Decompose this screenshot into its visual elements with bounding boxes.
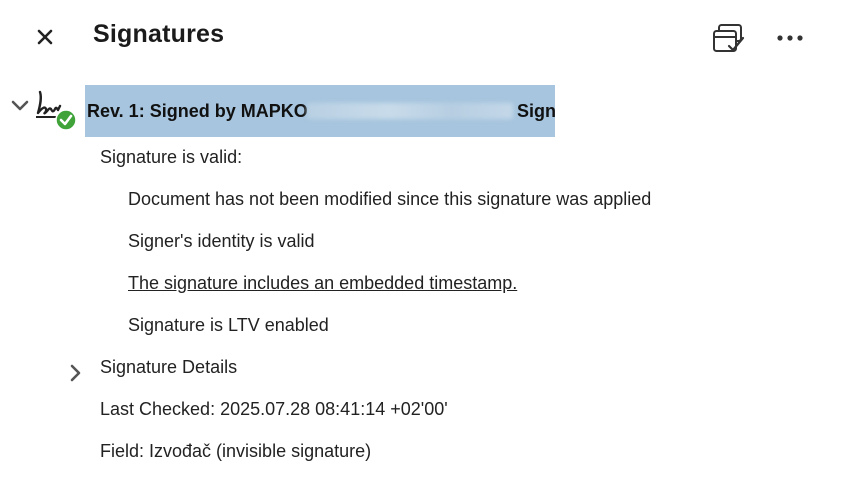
valid-signature-icon — [34, 86, 80, 132]
chevron-down-icon — [11, 100, 29, 111]
more-options-icon — [777, 35, 803, 41]
status-item: Signature is LTV enabled — [128, 315, 329, 335]
validate-all-button[interactable] — [710, 22, 746, 56]
validate-all-icon — [713, 24, 745, 52]
panel-title: Signatures — [93, 20, 225, 48]
chevron-right-icon — [70, 364, 81, 382]
more-options-button[interactable] — [774, 26, 808, 50]
revision-label-suffix: Sign — [517, 101, 556, 121]
revision-row: Rev. 1: Signed by MAPKO Sign — [0, 76, 842, 138]
close-icon — [37, 29, 53, 45]
status-item: Signer's identity is valid — [128, 231, 315, 251]
redacted-signer-name — [307, 103, 513, 119]
signatures-panel: Signatures Rev. 1: Signed by MAPKO Sign … — [0, 0, 842, 492]
panel-header: Signatures — [0, 0, 842, 76]
status-item: Document has not been modified since thi… — [128, 189, 652, 209]
revision-entry[interactable]: Rev. 1: Signed by MAPKO Sign — [85, 85, 556, 137]
collapse-toggle[interactable] — [10, 98, 30, 114]
signature-details-label[interactable]: Signature Details — [100, 357, 237, 378]
validity-heading: Signature is valid: — [100, 147, 243, 167]
close-button[interactable] — [32, 24, 58, 50]
revision-label: Rev. 1: Signed by MAPKO — [87, 101, 308, 121]
expand-details-toggle[interactable] — [68, 362, 84, 384]
timestamp-link[interactable]: The signature includes an embedded times… — [128, 273, 517, 294]
field-text: Field: Izvođač (invisible signature) — [100, 441, 372, 461]
last-checked-text: Last Checked: 2025.07.28 08:41:14 +02'00… — [100, 399, 448, 419]
